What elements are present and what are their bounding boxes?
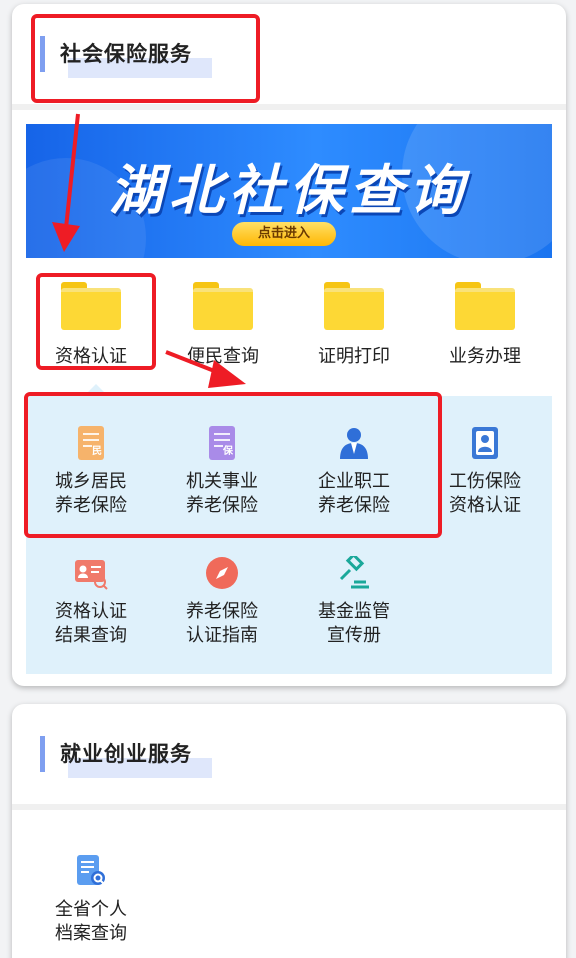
section-title: 社会保险服务 [60,42,192,66]
section-title: 就业创业服务 [60,742,192,766]
annotation-arrows [52,113,246,388]
